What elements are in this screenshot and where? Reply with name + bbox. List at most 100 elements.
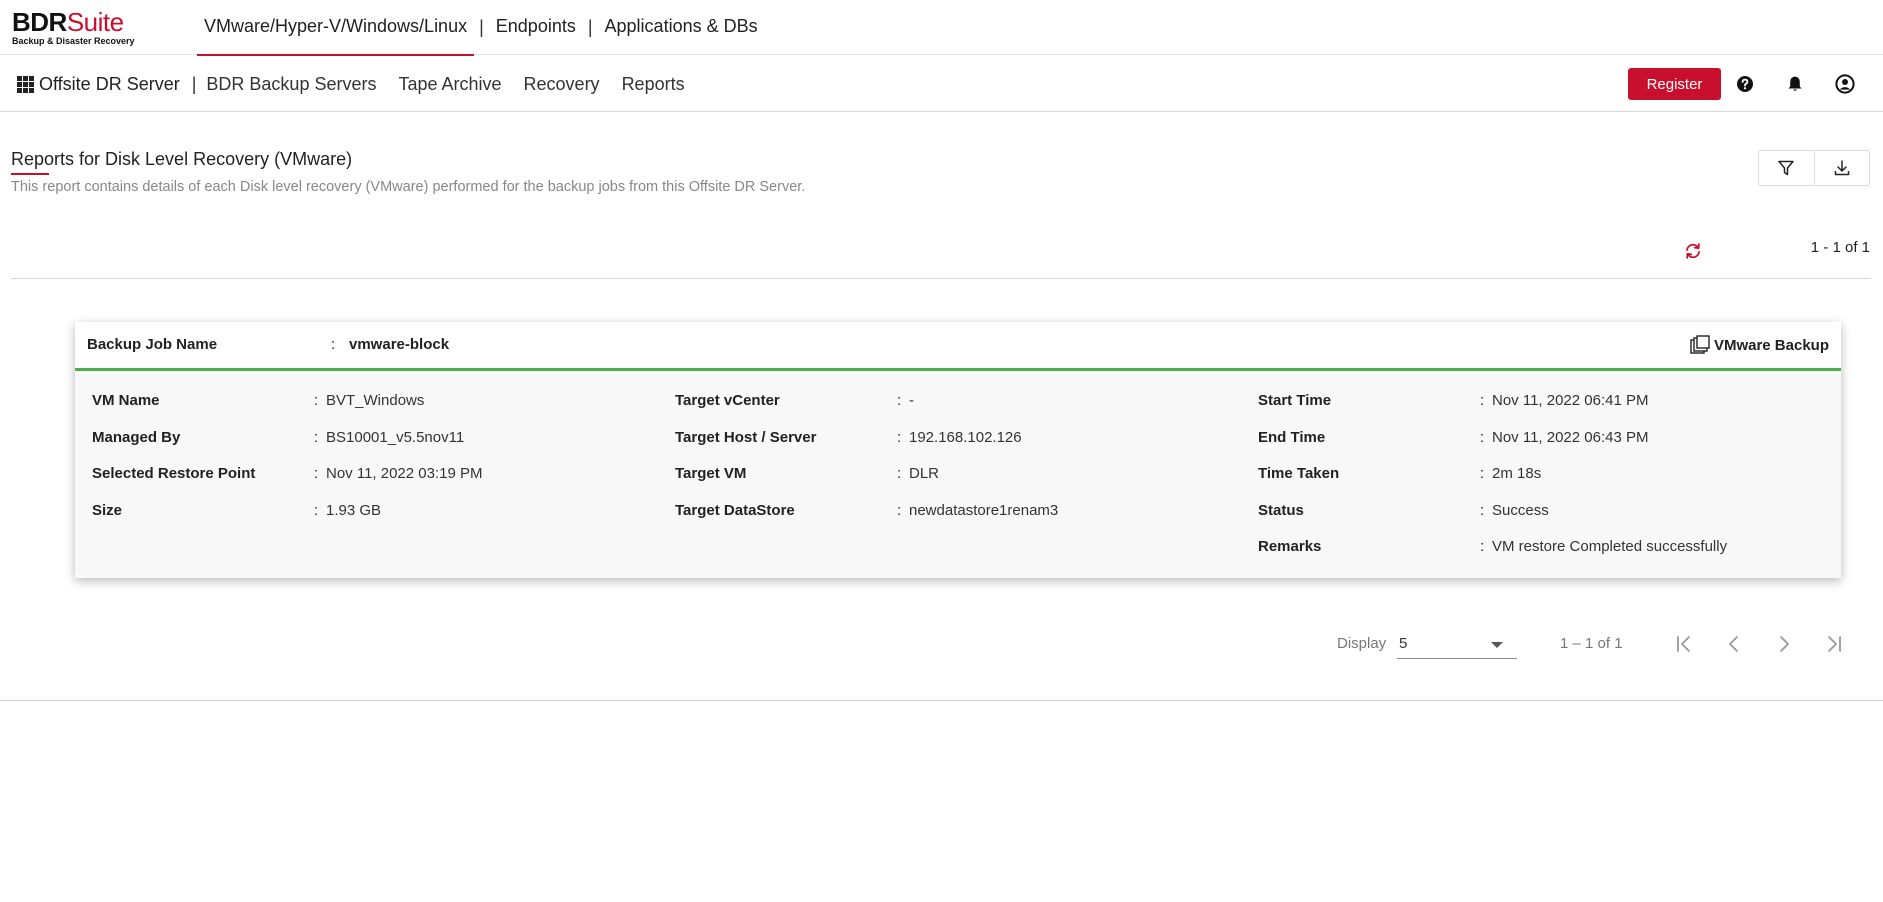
detail-value: DLR bbox=[909, 465, 940, 482]
detail-key: Target VM bbox=[675, 465, 747, 482]
previous-page-button[interactable] bbox=[1722, 632, 1746, 656]
register-button[interactable]: Register bbox=[1628, 68, 1721, 100]
server-selector[interactable]: Offsite DR Server bbox=[39, 74, 180, 95]
card-header: Backup Job Name : vmware-block VMware Ba… bbox=[75, 322, 1841, 371]
detail-row: Start Time: Nov 11, 2022 06:41 PM bbox=[1258, 392, 1818, 429]
colon: : bbox=[314, 501, 319, 519]
brand-logo[interactable]: BDRSuite Backup & Disaster Recovery bbox=[12, 9, 142, 49]
bell-icon[interactable] bbox=[1783, 72, 1807, 96]
top-nav: VMware/Hyper-V/Windows/Linux | Endpoints… bbox=[197, 0, 765, 56]
detail-key: Selected Restore Point bbox=[92, 465, 256, 482]
detail-row: End Time: Nov 11, 2022 06:43 PM bbox=[1258, 429, 1818, 466]
detail-row: Remarks: VM restore Completed successfull… bbox=[1258, 538, 1818, 575]
refresh-icon[interactable] bbox=[1682, 240, 1704, 262]
page-size-value: 5 bbox=[1399, 635, 1408, 652]
sub-nav-bar: Offsite DR Server | BDR Backup Servers T… bbox=[0, 56, 1883, 112]
job-type-label: VMware Backup bbox=[1713, 336, 1829, 354]
detail-value: VM restore Completed successfully bbox=[1492, 538, 1728, 555]
report-card: Backup Job Name : vmware-block VMware Ba… bbox=[75, 322, 1841, 578]
details-column-timing: Start Time: Nov 11, 2022 06:41 PM End Tim… bbox=[1258, 392, 1818, 575]
detail-value: BS10001_v5.5nov11 bbox=[326, 428, 465, 446]
nav-separator: | bbox=[587, 17, 593, 37]
colon: : bbox=[897, 465, 902, 482]
next-page-button[interactable] bbox=[1772, 632, 1796, 656]
nav-recovery[interactable]: Recovery bbox=[524, 74, 600, 95]
nav-bdr-backup-servers[interactable]: BDR Backup Servers bbox=[206, 74, 376, 95]
detail-row: Managed By: BS10001_v5.5nov11 bbox=[92, 429, 652, 466]
detail-key: Managed By bbox=[92, 428, 181, 446]
brand-tagline: Backup & Disaster Recovery bbox=[12, 36, 135, 46]
job-name-label: Backup Job Name bbox=[87, 336, 218, 353]
download-icon[interactable] bbox=[1813, 151, 1870, 185]
colon: : bbox=[1480, 538, 1485, 555]
chevron-right-icon bbox=[1780, 636, 1789, 652]
detail-key: Target vCenter bbox=[675, 392, 780, 409]
first-page-button[interactable] bbox=[1672, 632, 1696, 656]
detail-key: Start Time bbox=[1258, 392, 1332, 409]
nav-reports[interactable]: Reports bbox=[622, 74, 685, 95]
detail-key: End Time bbox=[1258, 428, 1326, 446]
colon: : bbox=[1480, 392, 1485, 409]
detail-row: Target Host / Server:192.168.102.126 bbox=[675, 429, 1235, 466]
detail-row: VM Name: BVT_Windows bbox=[92, 392, 652, 429]
divider bbox=[11, 278, 1871, 279]
brand-name-part2: Suite bbox=[66, 7, 124, 37]
detail-value: 1.93 GB bbox=[326, 501, 382, 519]
detail-row: Status: Success bbox=[1258, 502, 1818, 539]
colon: : bbox=[1480, 428, 1485, 446]
page-size-select[interactable]: 5 bbox=[1397, 630, 1517, 659]
detail-key: Status bbox=[1258, 501, 1304, 519]
colon: : bbox=[897, 501, 902, 519]
nav-separator: | bbox=[479, 17, 484, 37]
report-toolbar bbox=[1758, 150, 1870, 186]
colon: : bbox=[314, 465, 319, 482]
chevron-left-icon bbox=[1729, 636, 1738, 652]
detail-row: Size:1.93 GB bbox=[92, 502, 652, 539]
status-value: Success bbox=[1492, 501, 1549, 519]
last-page-button[interactable] bbox=[1822, 632, 1846, 656]
apps-grid-icon[interactable] bbox=[17, 76, 34, 93]
detail-key: VM Name bbox=[92, 392, 160, 409]
detail-value: Nov 11, 2022 06:41 PM bbox=[1492, 392, 1649, 409]
help-icon[interactable] bbox=[1733, 72, 1757, 96]
detail-value: 192.168.102.126 bbox=[909, 428, 1022, 446]
filter-icon[interactable] bbox=[1759, 151, 1814, 185]
details-column-target: Target vCenter: - Target Host / Server:19… bbox=[675, 392, 1235, 538]
display-label: Display bbox=[1337, 635, 1387, 652]
colon: : bbox=[1480, 501, 1485, 519]
page-subtitle: This report contains details of each Dis… bbox=[11, 179, 806, 195]
detail-key: Time Taken bbox=[1258, 465, 1340, 482]
tab-applications-dbs[interactable]: Applications & DBs bbox=[598, 0, 765, 55]
detail-value: newdatastore1renam3 bbox=[909, 501, 1059, 519]
detail-row: Target vCenter: - bbox=[675, 392, 1235, 429]
detail-key: Remarks bbox=[1258, 538, 1322, 555]
colon: : bbox=[897, 428, 902, 446]
colon: : bbox=[314, 428, 319, 446]
tab-vmware-hyperv-windows-linux[interactable]: VMware/Hyper-V/Windows/Linux bbox=[197, 0, 475, 56]
page-range: 1 – 1 of 1 bbox=[1560, 635, 1623, 652]
footer-divider bbox=[0, 700, 1883, 701]
sub-nav: Offsite DR Server | BDR Backup Servers T… bbox=[39, 56, 707, 112]
colon: : bbox=[314, 392, 319, 409]
last-page-icon bbox=[1828, 636, 1841, 652]
detail-value: BVT_Windows bbox=[326, 392, 425, 409]
pagination: Display 5 1 – 1 of 1 bbox=[1337, 628, 1877, 659]
job-type: VMware Backup bbox=[1689, 334, 1829, 356]
detail-row: Selected Restore Point: Nov 11, 2022 03:1… bbox=[92, 465, 652, 502]
top-bar: BDRSuite Backup & Disaster Recovery VMwa… bbox=[0, 0, 1883, 56]
detail-value: Nov 11, 2022 06:43 PM bbox=[1492, 428, 1649, 446]
colon: : bbox=[331, 336, 336, 353]
detail-key: Target DataStore bbox=[675, 501, 795, 519]
title-underline bbox=[11, 173, 49, 175]
user-icon[interactable] bbox=[1833, 72, 1857, 96]
details-column-source: VM Name: BVT_Windows Managed By: BS10001_v… bbox=[92, 392, 652, 538]
detail-key: Target Host / Server bbox=[675, 428, 817, 446]
detail-key: Size bbox=[92, 501, 123, 519]
brand-name: BDRSuite bbox=[12, 9, 142, 35]
colon: : bbox=[897, 392, 902, 409]
colon: : bbox=[1480, 465, 1485, 482]
detail-value: 2m 18s bbox=[1492, 465, 1542, 482]
tab-endpoints[interactable]: Endpoints bbox=[489, 0, 583, 55]
nav-tape-archive[interactable]: Tape Archive bbox=[398, 74, 501, 95]
vmware-icon bbox=[1690, 335, 1710, 354]
